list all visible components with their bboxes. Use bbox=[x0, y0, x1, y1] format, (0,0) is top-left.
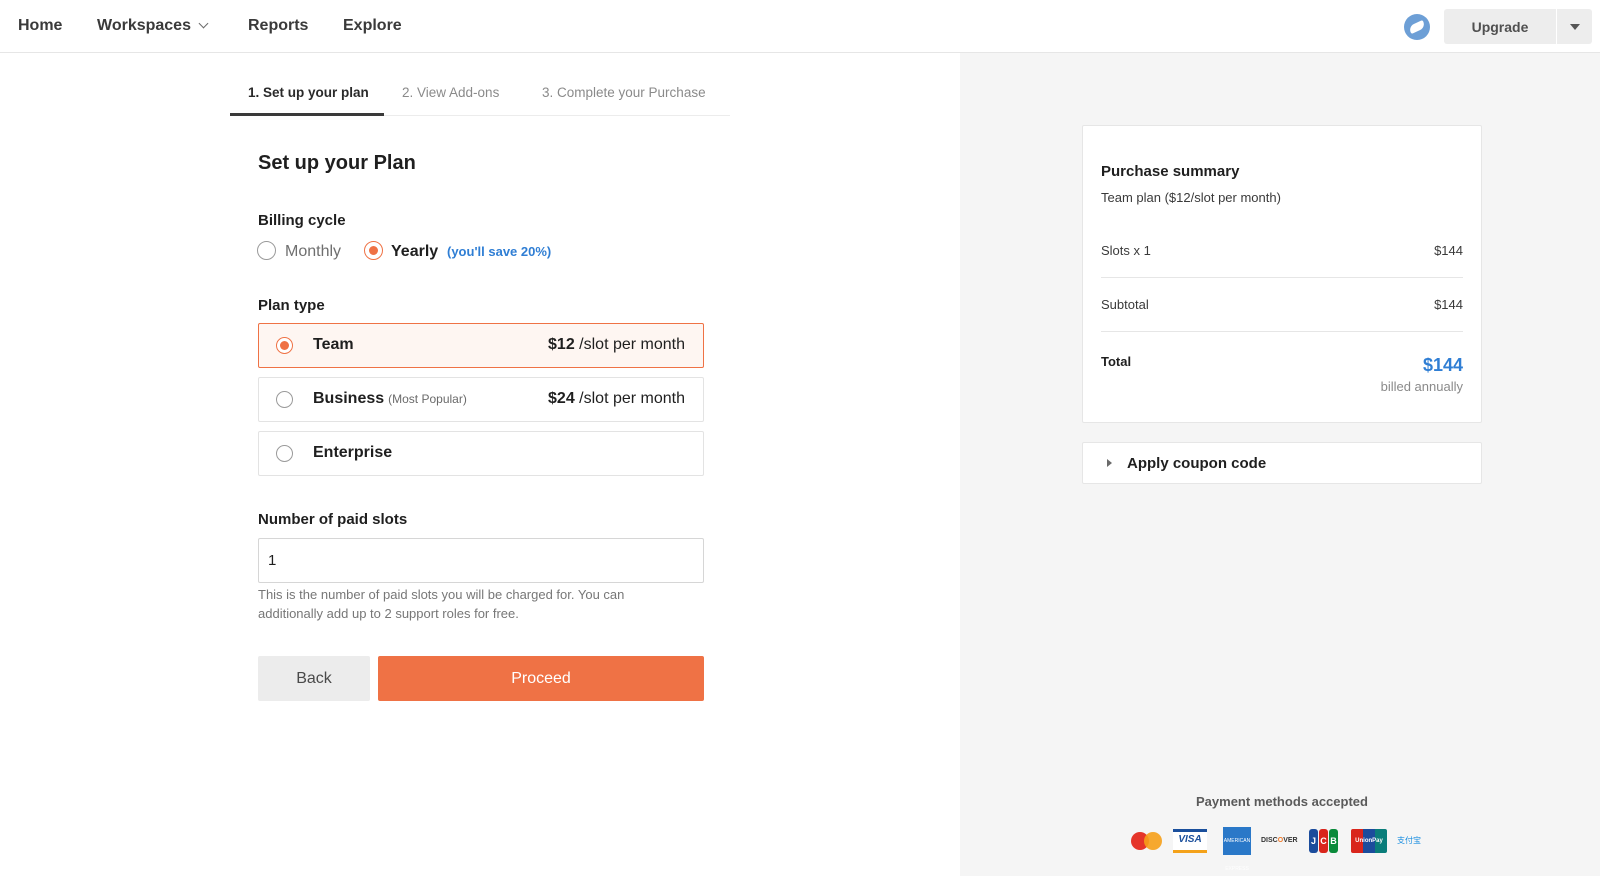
summary-title: Purchase summary bbox=[1101, 163, 1240, 180]
amex-icon: AMERICAN EXPRESS bbox=[1223, 827, 1251, 872]
paid-slots-label: Number of paid slots bbox=[258, 511, 408, 528]
nav-workspaces-label: Workspaces bbox=[97, 17, 191, 34]
unionpay-icon: UnionPay bbox=[1351, 829, 1387, 853]
top-nav: Home Workspaces Reports Explore Upgrade bbox=[0, 0, 1600, 53]
paid-slots-help: This is the number of paid slots you wil… bbox=[258, 587, 625, 621]
chevron-down-icon bbox=[198, 18, 209, 29]
slots-row-value: $144 bbox=[1434, 243, 1463, 258]
subtotal-value: $144 bbox=[1434, 297, 1463, 312]
coupon-label: Apply coupon code bbox=[1127, 455, 1267, 472]
visa-icon: VISA bbox=[1173, 829, 1207, 853]
plan-name-text: Business bbox=[313, 390, 385, 407]
apply-coupon-toggle[interactable]: Apply coupon code bbox=[1082, 442, 1482, 484]
monthly-option-label[interactable]: Monthly bbox=[285, 243, 341, 261]
caret-right-icon bbox=[1107, 459, 1112, 467]
business-radio[interactable] bbox=[276, 391, 293, 408]
plan-option-enterprise[interactable]: Enterprise bbox=[258, 431, 704, 476]
discover-icon: DISCOVER bbox=[1261, 837, 1298, 844]
plan-price-unit: /slot per month bbox=[574, 336, 685, 353]
plan-name: Enterprise bbox=[313, 444, 393, 461]
paid-slots-input[interactable] bbox=[258, 538, 704, 583]
plan-price: $24 /slot per month bbox=[548, 390, 685, 408]
upgrade-button[interactable]: Upgrade bbox=[1444, 9, 1556, 44]
most-popular-tag: (Most Popular) bbox=[388, 392, 467, 406]
jcb-icon: JCB bbox=[1309, 829, 1339, 853]
alipay-icon: 支付宝 bbox=[1397, 836, 1421, 845]
active-tab-indicator bbox=[230, 113, 384, 116]
divider bbox=[1101, 331, 1463, 332]
plan-name: Team bbox=[313, 336, 354, 353]
total-label: Total bbox=[1101, 354, 1132, 369]
plan-price: $12 /slot per month bbox=[548, 336, 685, 354]
mastercard-icon bbox=[1131, 829, 1163, 853]
plan-price-unit: /slot per month bbox=[574, 390, 685, 407]
stepper-tabs: 1. Set up your plan 2. View Add-ons 3. C… bbox=[230, 72, 730, 116]
summary-subtitle: Team plan ($12/slot per month) bbox=[1101, 190, 1281, 205]
upgrade-dropdown-button[interactable] bbox=[1557, 9, 1592, 44]
nav-home[interactable]: Home bbox=[18, 17, 62, 35]
payment-logos: VISA AMERICAN EXPRESS DISCOVER JCB Union… bbox=[1131, 827, 1441, 872]
team-radio[interactable] bbox=[276, 337, 293, 354]
billing-cycle-label: Billing cycle bbox=[258, 212, 346, 229]
savings-note: (you'll save 20%) bbox=[447, 244, 552, 259]
yearly-radio[interactable] bbox=[364, 241, 383, 260]
plan-name: Business (Most Popular) bbox=[313, 390, 467, 408]
nav-workspaces[interactable]: Workspaces bbox=[97, 17, 209, 35]
billed-note: billed annually bbox=[1380, 379, 1463, 394]
slots-row-label: Slots x 1 bbox=[1101, 243, 1151, 258]
total-value: $144 bbox=[1422, 355, 1463, 375]
divider bbox=[1101, 277, 1463, 278]
plan-price-amount: $12 bbox=[548, 336, 575, 353]
plan-option-team[interactable]: Team $12 /slot per month bbox=[258, 323, 704, 368]
back-button[interactable]: Back bbox=[258, 656, 370, 701]
payment-methods-title: Payment methods accepted bbox=[1196, 794, 1368, 809]
page-title: Set up your Plan bbox=[258, 152, 416, 174]
plan-type-label: Plan type bbox=[258, 297, 325, 314]
nav-explore[interactable]: Explore bbox=[343, 17, 402, 35]
plan-price-amount: $24 bbox=[548, 390, 575, 407]
purchase-summary-card: Purchase summary Team plan ($12/slot per… bbox=[1082, 125, 1482, 423]
avatar-icon bbox=[1408, 19, 1426, 35]
nav-reports[interactable]: Reports bbox=[248, 17, 308, 35]
proceed-button[interactable]: Proceed bbox=[378, 656, 704, 701]
tab-set-up-plan[interactable]: 1. Set up your plan bbox=[248, 85, 369, 100]
avatar[interactable] bbox=[1404, 14, 1430, 40]
monthly-radio[interactable] bbox=[257, 241, 276, 260]
tab-view-add-ons[interactable]: 2. View Add-ons bbox=[402, 85, 499, 100]
tab-complete-purchase[interactable]: 3. Complete your Purchase bbox=[542, 85, 706, 100]
subtotal-label: Subtotal bbox=[1101, 297, 1149, 312]
plan-option-business[interactable]: Business (Most Popular) $24 /slot per mon… bbox=[258, 377, 704, 422]
yearly-option-label[interactable]: Yearly bbox=[391, 243, 438, 261]
enterprise-radio[interactable] bbox=[276, 445, 293, 462]
